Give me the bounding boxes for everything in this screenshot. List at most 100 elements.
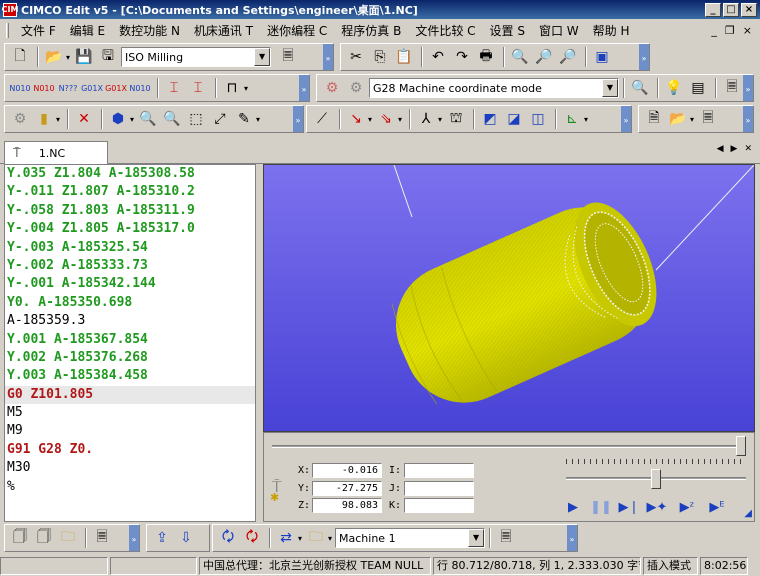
- menu-nc-functions[interactable]: 数控功能 N: [113, 22, 188, 39]
- send-icon[interactable]: ⇪: [151, 527, 173, 549]
- zoom-out-icon[interactable]: 🔍: [161, 108, 183, 130]
- maximize-button[interactable]: □: [723, 2, 739, 17]
- renumber-icon[interactable]: N010: [9, 77, 31, 99]
- step-forward-icon[interactable]: ▶❘: [618, 497, 640, 517]
- paste-icon[interactable]: 📋: [393, 46, 415, 68]
- mdi-restore-icon[interactable]: ❐: [725, 24, 735, 37]
- mdi-minimize-icon[interactable]: _: [711, 24, 717, 37]
- machine-icon[interactable]: ⛫: [445, 108, 467, 130]
- progress-slider-thumb[interactable]: [736, 436, 746, 456]
- save-icon[interactable]: 💾: [73, 46, 95, 68]
- toolbar-overflow-icon[interactable]: »: [621, 106, 631, 132]
- toolbar-overflow-icon[interactable]: »: [743, 106, 753, 132]
- compare-right-icon[interactable]: 🗍: [33, 527, 55, 549]
- print-icon[interactable]: 🖶: [475, 46, 497, 68]
- menu-settings[interactable]: 设置 S: [484, 22, 533, 39]
- tab-prev-icon[interactable]: ◀: [717, 144, 724, 154]
- open-folder-icon[interactable]: 📂: [43, 46, 65, 68]
- go-to-end-icon[interactable]: ▶ᴱ: [706, 497, 728, 517]
- toolbar-overflow-icon[interactable]: »: [299, 75, 309, 101]
- tab-next-icon[interactable]: ▶: [731, 144, 738, 154]
- copy-icon[interactable]: ⎘: [369, 46, 391, 68]
- cancel-simulation-icon[interactable]: ✕: [73, 108, 95, 130]
- numbering-options-icon[interactable]: N???: [57, 77, 79, 99]
- step-z-icon[interactable]: ▶ᶻ: [676, 497, 698, 517]
- tool-options-icon[interactable]: ▮: [33, 108, 55, 130]
- menu-compare[interactable]: 文件比较 C: [409, 22, 483, 39]
- view-front-icon[interactable]: ◪: [503, 108, 525, 130]
- toolbar-overflow-icon[interactable]: »: [639, 44, 649, 70]
- toolbar-overflow-icon[interactable]: »: [293, 106, 303, 132]
- save-all-icon[interactable]: 🖫: [97, 46, 119, 68]
- coordinate-system-icon[interactable]: ⊾: [561, 108, 583, 130]
- insert-spaces-icon[interactable]: G01X: [81, 77, 103, 99]
- simulation-viewport[interactable]: [263, 164, 755, 432]
- toolbar-overflow-icon[interactable]: »: [129, 525, 139, 551]
- replace-icon[interactable]: 🔎: [557, 46, 579, 68]
- window-list-icon[interactable]: ▣: [591, 46, 613, 68]
- properties-icon[interactable]: 🗏: [495, 527, 517, 549]
- machine-type-select[interactable]: ISO Milling ▼: [121, 47, 272, 67]
- mdi-close-icon[interactable]: ×: [743, 24, 752, 37]
- layout-icon[interactable]: ▤: [687, 77, 709, 99]
- rapid-moves-icon[interactable]: ⇘: [375, 108, 397, 130]
- close-button[interactable]: ×: [741, 2, 757, 17]
- search-icon[interactable]: 🔍: [629, 77, 651, 99]
- menu-window[interactable]: 窗口 W: [533, 22, 587, 39]
- document-icon[interactable]: 🗎: [643, 108, 665, 130]
- block-remove-icon[interactable]: ⌶: [187, 77, 209, 99]
- block-icon[interactable]: ⌶: [163, 77, 185, 99]
- chevron-down-icon[interactable]: ▼: [254, 48, 271, 66]
- nc-code-editor[interactable]: Y.035 Z1.804 A-185308.58 Y-.011 Z1.807 A-…: [4, 164, 256, 522]
- tool-display-icon[interactable]: ⚙: [9, 108, 31, 130]
- remove-numbers-icon[interactable]: N010: [33, 77, 55, 99]
- play-icon[interactable]: ▶: [562, 497, 584, 517]
- solid-view-icon[interactable]: ⬢: [107, 108, 129, 130]
- zoom-fit-icon[interactable]: ⤢: [209, 108, 231, 130]
- machine-settings-icon[interactable]: ⚙: [345, 77, 367, 99]
- toolbar-overflow-icon[interactable]: »: [323, 44, 333, 70]
- chevron-down-icon[interactable]: ▼: [602, 79, 618, 97]
- measure-icon[interactable]: ⟋: [311, 108, 333, 130]
- redo-icon[interactable]: ↷: [451, 46, 473, 68]
- insert-block-icon[interactable]: ⊓: [221, 77, 243, 99]
- simulation-settings-icon[interactable]: ⚙: [321, 77, 343, 99]
- toolbar-overflow-icon[interactable]: »: [743, 75, 753, 101]
- tab-1-nc[interactable]: ⍑ 1.NC: [4, 141, 108, 164]
- pen-icon[interactable]: ✎: [233, 108, 255, 130]
- step-tool-icon[interactable]: ▶✦: [646, 497, 668, 517]
- minimize-button[interactable]: _: [705, 2, 721, 17]
- menu-edit[interactable]: 编辑 E: [64, 22, 113, 39]
- open-folder-icon[interactable]: 📂: [667, 108, 689, 130]
- machine-select[interactable]: Machine 1 ▼: [335, 528, 486, 548]
- toolbar-overflow-icon[interactable]: »: [567, 525, 577, 551]
- axes-icon[interactable]: ⅄: [415, 108, 437, 130]
- properties-icon[interactable]: 🗏: [697, 108, 719, 130]
- toolpath-icon[interactable]: ↘: [345, 108, 367, 130]
- pause-icon[interactable]: ❚❚: [590, 497, 612, 517]
- menu-file[interactable]: 文件 F: [15, 22, 64, 39]
- properties-icon[interactable]: 🗏: [91, 527, 113, 549]
- view-iso-icon[interactable]: ◫: [527, 108, 549, 130]
- cut-icon[interactable]: ✂: [345, 46, 367, 68]
- dnc-send-icon[interactable]: 🗘: [217, 527, 239, 549]
- speed-slider-thumb[interactable]: [651, 469, 661, 489]
- splitter[interactable]: [256, 164, 260, 522]
- new-file-icon[interactable]: 🗋: [9, 46, 31, 68]
- menu-mini-programming[interactable]: 迷你编程 C: [261, 22, 335, 39]
- dnc-receive-icon[interactable]: ⇄: [275, 527, 297, 549]
- hint-icon[interactable]: 💡: [663, 77, 685, 99]
- view-mode-select[interactable]: G28 Machine coordinate mode ▼: [369, 78, 619, 98]
- chevron-down-icon[interactable]: ▼: [468, 529, 485, 547]
- zoom-window-icon[interactable]: ⬚: [185, 108, 207, 130]
- find-icon[interactable]: 🔍: [509, 46, 531, 68]
- remove-spaces-icon[interactable]: G01X: [105, 77, 127, 99]
- view-top-icon[interactable]: ◩: [479, 108, 501, 130]
- properties-icon[interactable]: 🗏: [721, 77, 743, 99]
- properties-icon[interactable]: 🗏: [277, 46, 299, 68]
- compare-left-icon[interactable]: 🗍: [9, 527, 31, 549]
- menu-simulation[interactable]: 程序仿真 B: [335, 22, 409, 39]
- receive-icon[interactable]: ⇩: [175, 527, 197, 549]
- dnc-cancel-icon[interactable]: 🗘: [241, 527, 263, 549]
- resize-grip-icon[interactable]: ◢: [744, 508, 752, 519]
